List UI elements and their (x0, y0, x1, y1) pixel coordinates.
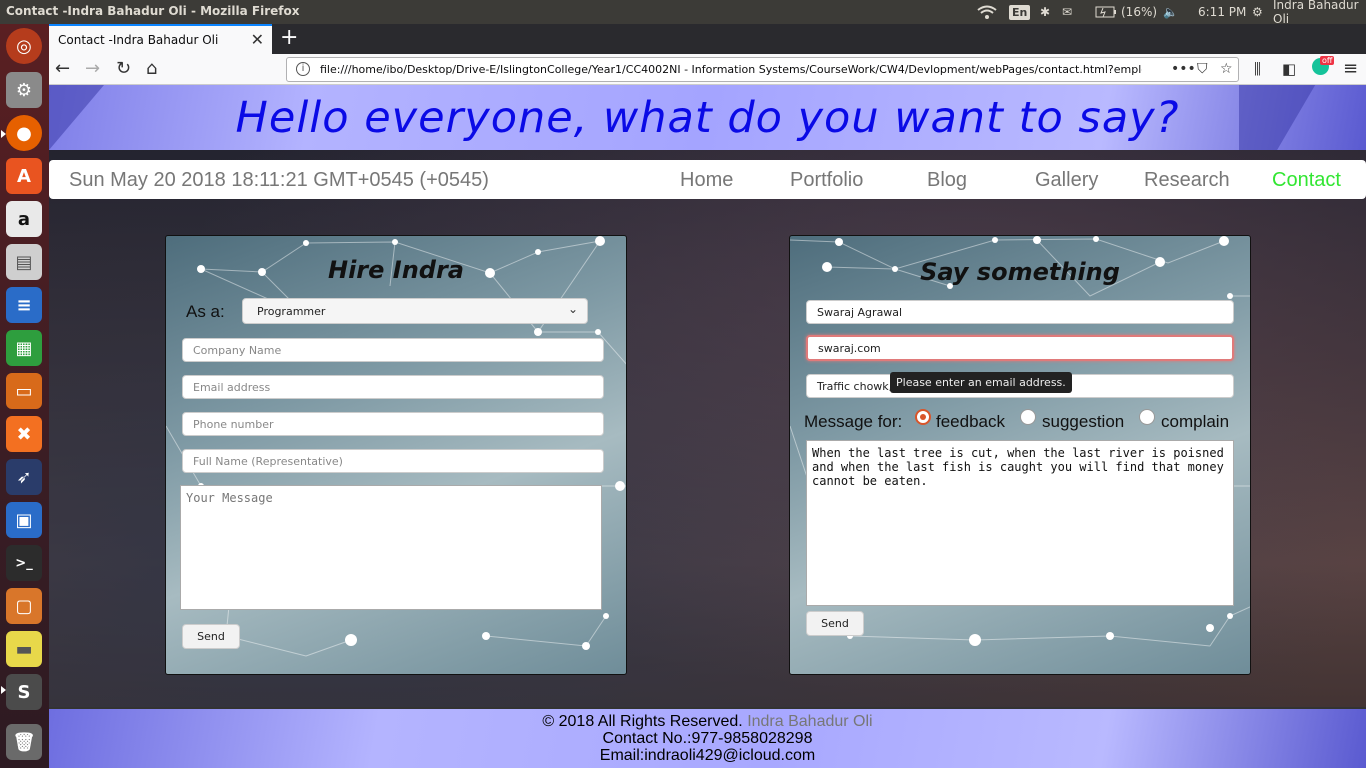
library-icon[interactable]: ⫼ (1254, 60, 1261, 78)
virtualbox-icon[interactable]: ▣ (6, 502, 42, 538)
url-bar[interactable]: i file:///home/ibo/Desktop/Drive-E/Islin… (286, 57, 1239, 82)
email-input-invalid[interactable]: swaraj.com (806, 335, 1234, 361)
footer-email: Email:indraoli429@icloud.com (599, 747, 816, 764)
sidebar-icon[interactable]: ◧ (1282, 60, 1296, 78)
reload-icon[interactable]: ↻ (116, 58, 131, 79)
role-label: As a: (186, 302, 225, 321)
system-top-panel: Contact -Indra Bahadur Oli - Mozilla Fir… (0, 0, 1366, 26)
page-banner: Hello everyone, what do you want to say? (49, 85, 1366, 150)
navigation-toolbar: ← → ↻ ⌂ i file:///home/ibo/Desktop/Drive… (49, 54, 1366, 85)
system-settings-icon[interactable]: ⚙ (6, 72, 42, 108)
radio-suggestion-label[interactable]: suggestion (1042, 412, 1124, 432)
new-tab-icon[interactable]: + (280, 25, 298, 50)
software-center-icon[interactable]: A (6, 158, 42, 194)
trash-icon[interactable]: 🗑 (6, 724, 42, 760)
sublime-text-icon[interactable]: S (6, 674, 42, 710)
validation-tooltip: Please enter an email address. (890, 372, 1072, 393)
volume-icon[interactable]: 🔈 (1163, 3, 1178, 21)
radio-feedback[interactable] (915, 409, 931, 425)
home-icon[interactable]: ⌂ (146, 58, 157, 79)
radio-suggestion[interactable] (1020, 409, 1036, 425)
nav-blog[interactable]: Blog (927, 169, 967, 192)
user-menu[interactable]: Indra Bahadur Oli (1273, 0, 1366, 26)
close-tab-icon[interactable]: ✕ (251, 30, 264, 49)
tab-title: Contact -Indra Bahadur Oli (58, 33, 219, 47)
say-something-card: Say something Swaraj Agrawal swaraj.com … (789, 235, 1251, 675)
company-name-input[interactable]: Company Name (182, 338, 604, 362)
nav-portfolio[interactable]: Portfolio (790, 169, 863, 192)
page-footer: © 2018 All Rights Reserved. Indra Bahadu… (49, 707, 1366, 768)
footer-author: Indra Bahadur Oli (747, 713, 873, 730)
nav-research[interactable]: Research (1144, 169, 1230, 192)
radio-complain-label[interactable]: complain (1161, 412, 1229, 432)
bird-app-icon[interactable]: ➶ (6, 459, 42, 495)
pocket-icon[interactable]: ⛉ (1197, 61, 1208, 77)
email-input[interactable]: Email address (182, 375, 604, 399)
writer-icon[interactable]: ≡ (6, 287, 42, 323)
forward-icon[interactable]: → (85, 58, 100, 79)
page-actions-icon[interactable]: ••• (1171, 61, 1196, 77)
page-heading: Hello everyone, what do you want to say? (235, 93, 1180, 143)
nav-home[interactable]: Home (680, 169, 733, 192)
name-input[interactable]: Swaraj Agrawal (806, 300, 1234, 324)
chevron-down-icon: ⌄ (567, 302, 578, 316)
url-text[interactable]: file:///home/ibo/Desktop/Drive-E/Islingt… (320, 63, 1142, 76)
footer-copyright-line: © 2018 All Rights Reserved. Indra Bahadu… (49, 713, 1366, 731)
hire-send-button[interactable]: Send (182, 624, 240, 649)
hire-form-card: Hire Indra As a: Programmer ⌄ Company Na… (165, 235, 627, 675)
site-navbar: Sun May 20 2018 18:11:21 GMT+0545 (+0545… (49, 160, 1366, 199)
ubuntu-launcher: ◎ ⚙ ● A a ▤ ≡ ▦ ▭ ✖ ➶ ▣ >_ ▢ ▬ S 🗑 (0, 24, 49, 768)
grammarly-extension-icon[interactable]: off (1312, 56, 1335, 80)
phone-input[interactable]: Phone number (182, 412, 604, 436)
ubuntu-dash-icon[interactable]: ◎ (6, 28, 42, 64)
xampp-icon[interactable]: ✖ (6, 416, 42, 452)
workspace-icon[interactable]: ▢ (6, 588, 42, 624)
gear-icon[interactable]: ⚙ (1252, 3, 1263, 21)
footer-contact: Contact No.:977-9858028298 (602, 730, 813, 747)
fullname-input[interactable]: Full Name (Representative) (182, 449, 604, 473)
footer-rights: © 2018 All Rights Reserved. (542, 713, 743, 730)
nav-gallery[interactable]: Gallery (1035, 169, 1098, 192)
message-for-label: Message for: (804, 412, 903, 431)
keyboard-layout-indicator[interactable]: En (1009, 3, 1031, 21)
nav-contact[interactable]: Contact (1272, 169, 1341, 192)
mail-icon[interactable]: ✉ (1062, 3, 1072, 21)
hire-form-title: Hire Indra (327, 256, 464, 284)
extension-badge: off (1320, 56, 1335, 65)
calc-icon[interactable]: ▦ (6, 330, 42, 366)
impress-icon[interactable]: ▭ (6, 373, 42, 409)
hire-message-textarea[interactable]: Your Message (180, 485, 602, 610)
firefox-icon[interactable]: ● (6, 115, 42, 151)
terminal-icon[interactable]: >_ (6, 545, 42, 581)
say-send-button[interactable]: Send (806, 611, 864, 636)
role-selected-value: Programmer (257, 305, 326, 318)
back-icon[interactable]: ← (55, 58, 70, 79)
wifi-icon[interactable] (977, 3, 997, 21)
hamburger-menu-icon[interactable]: ≡ (1343, 58, 1358, 79)
window-title: Contact -Indra Bahadur Oli - Mozilla Fir… (6, 4, 300, 18)
radio-feedback-label[interactable]: feedback (936, 412, 1005, 432)
sticky-notes-icon[interactable]: ▬ (6, 631, 42, 667)
amazon-icon[interactable]: a (6, 201, 42, 237)
tab-strip: Contact -Indra Bahadur Oli ✕ + (49, 24, 1366, 54)
files-icon[interactable]: ▤ (6, 244, 42, 280)
role-select[interactable]: Programmer ⌄ (242, 298, 588, 324)
say-message-textarea[interactable]: When the last tree is cut, when the last… (806, 440, 1234, 606)
battery-icon[interactable] (1095, 3, 1117, 21)
say-form-title: Say something (920, 258, 1120, 286)
browser-tab[interactable]: Contact -Indra Bahadur Oli ✕ (49, 24, 272, 54)
clock[interactable]: 6:11 PM (1198, 3, 1246, 21)
current-date: Sun May 20 2018 18:11:21 GMT+0545 (+0545… (69, 169, 489, 191)
battery-percent: (16%) (1121, 5, 1158, 19)
web-page: Hello everyone, what do you want to say?… (49, 85, 1366, 768)
radio-complain[interactable] (1139, 409, 1155, 425)
bookmark-star-icon[interactable]: ☆ (1220, 61, 1233, 77)
bluetooth-icon[interactable]: ✱ (1040, 3, 1050, 21)
site-info-icon[interactable]: i (296, 62, 310, 76)
